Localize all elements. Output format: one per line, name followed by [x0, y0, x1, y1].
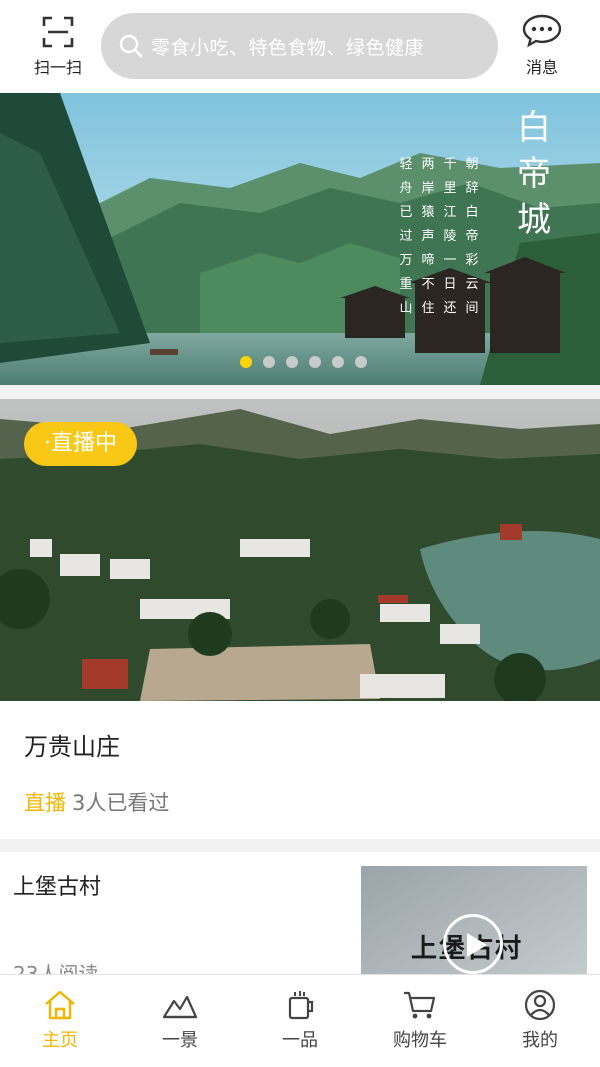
poem-char: 辞	[465, 181, 479, 196]
poem-char: 声	[421, 229, 435, 244]
poem-char: 猿	[421, 205, 435, 220]
carousel-dot[interactable]	[286, 356, 298, 368]
poem-char: 云	[465, 277, 479, 292]
search-placeholder: 零食小吃、特色食物、绿色健康	[151, 37, 425, 59]
banner-title: 白 帝 城	[512, 105, 556, 243]
poem-char: 彩	[465, 253, 479, 268]
live-badge: ·直播中	[24, 422, 137, 466]
carousel-dot[interactable]	[263, 356, 275, 368]
poem-char: 重	[399, 277, 413, 292]
poem-char: 已	[399, 205, 413, 220]
nav-item-scenery[interactable]: 一景	[120, 975, 240, 1067]
live-title: 万贵山庄	[24, 733, 120, 761]
banner-title-char: 白	[517, 108, 551, 148]
banner-landscape-image	[0, 93, 600, 385]
play-button[interactable]	[443, 914, 503, 974]
message-label: 消息	[525, 58, 558, 77]
chat-bubble-icon	[522, 14, 562, 48]
poem-char: 轻	[399, 157, 413, 172]
poem-char: 间	[465, 301, 479, 316]
poem-line: 两岸猿声啼不住	[420, 153, 436, 333]
search-input[interactable]: 零食小吃、特色食物、绿色健康	[101, 13, 498, 79]
poem-char: 帝	[465, 229, 479, 244]
poem-char: 万	[399, 253, 413, 268]
live-meta: 直播 3人已看过	[24, 787, 169, 817]
carousel-dot[interactable]	[240, 356, 252, 368]
poem-char: 还	[443, 301, 457, 316]
nav-label: 购物车	[393, 1030, 447, 1051]
live-viewers: 3人已看过	[72, 791, 170, 815]
poem-char: 日	[443, 277, 457, 292]
live-card[interactable]: ·直播中 万贵山庄 直播 3人已看过	[0, 399, 600, 839]
poem-char: 江	[443, 205, 457, 220]
poem-char: 两	[421, 157, 435, 172]
poem-char: 不	[421, 277, 435, 292]
nav-item-home[interactable]: 主页	[0, 975, 120, 1067]
nav-item-cart[interactable]: 购物车	[360, 975, 480, 1067]
bottom-nav: 主页 一景 一品 购物车 我的	[0, 974, 600, 1067]
scan-icon	[42, 16, 74, 48]
nav-item-profile[interactable]: 我的	[480, 975, 600, 1067]
carousel-dot[interactable]	[355, 356, 367, 368]
banner-title-char: 帝	[517, 154, 551, 194]
scan-button[interactable]: 扫一扫	[18, 14, 98, 84]
nav-label: 一景	[162, 1030, 198, 1051]
poem-char: 住	[421, 301, 435, 316]
poem-char: 岸	[421, 181, 435, 196]
carousel-dot[interactable]	[332, 356, 344, 368]
poem-char: 白	[465, 205, 479, 220]
poem-char: 一	[443, 253, 457, 268]
top-header: 扫一扫 零食小吃、特色食物、绿色健康 消息	[0, 0, 600, 93]
poem-char: 陵	[443, 229, 457, 244]
scan-label: 扫一扫	[33, 58, 82, 77]
poem-char: 里	[443, 181, 457, 196]
message-button[interactable]: 消息	[508, 14, 576, 84]
poem-line: 朝辞白帝彩云间	[464, 153, 480, 333]
poem-char: 朝	[465, 157, 479, 172]
nav-item-product[interactable]: 一品	[240, 975, 360, 1067]
home-icon	[45, 990, 75, 1020]
cup-icon	[288, 991, 314, 1020]
poem-line: 千里江陵一日还	[442, 153, 458, 333]
poem-line: 轻舟已过万重山	[398, 153, 414, 333]
cart-icon	[404, 991, 436, 1019]
nav-label: 主页	[42, 1030, 78, 1051]
carousel-dots	[240, 356, 367, 368]
banner-title-char: 城	[517, 200, 551, 240]
poem-char: 过	[399, 229, 413, 244]
play-icon	[467, 933, 487, 957]
article-card[interactable]: 上堡古村 23人阅读 上堡古村	[0, 852, 600, 982]
poem-char: 舟	[399, 181, 413, 196]
nav-label: 一品	[282, 1030, 318, 1051]
search-icon	[119, 34, 143, 58]
banner-poem: 朝辞白帝彩云间 千里江陵一日还 两岸猿声啼不住 轻舟已过万重山	[398, 153, 480, 333]
poem-char: 啼	[421, 253, 435, 268]
mountain-icon	[162, 995, 198, 1019]
carousel-dot[interactable]	[309, 356, 321, 368]
nav-label: 我的	[522, 1030, 558, 1051]
poem-char: 千	[443, 157, 457, 172]
article-video-thumbnail[interactable]: 上堡古村	[361, 866, 587, 982]
user-icon	[524, 989, 556, 1021]
article-title: 上堡古村	[13, 875, 102, 900]
live-tag: 直播	[24, 791, 66, 815]
banner-carousel[interactable]: 白 帝 城 朝辞白帝彩云间 千里江陵一日还 两岸猿声啼不住 轻舟已过万重山	[0, 93, 600, 385]
poem-char: 山	[399, 301, 413, 316]
